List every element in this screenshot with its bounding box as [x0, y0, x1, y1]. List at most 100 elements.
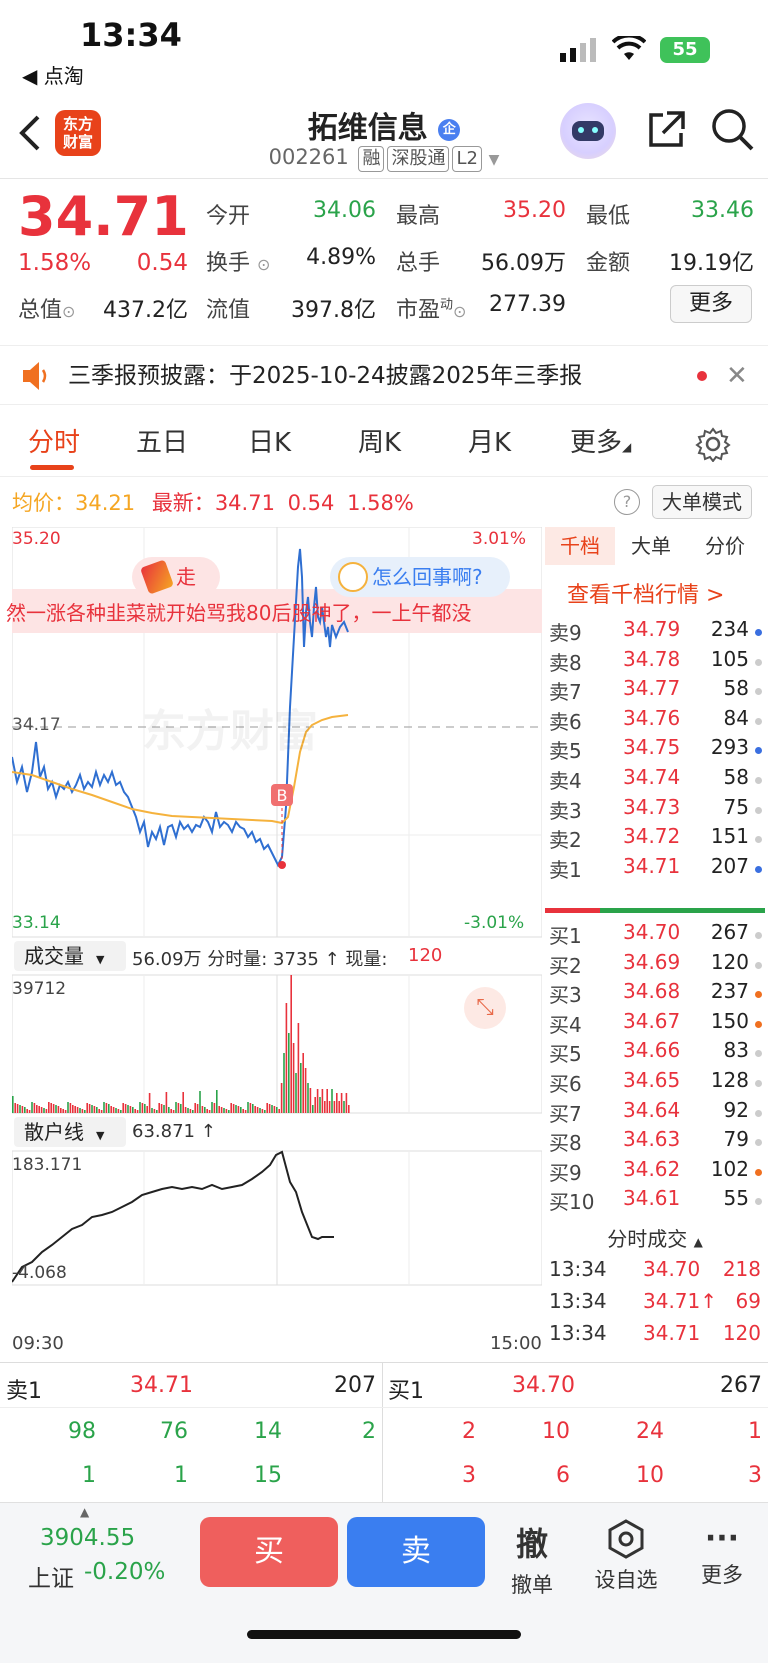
volume-bar — [81, 1109, 84, 1113]
bid-row[interactable]: 买8 34.63 79 — [545, 1127, 765, 1158]
volume-bar — [146, 1106, 148, 1113]
pan-hline — [0, 1407, 768, 1408]
expand-icon[interactable]: ⤡ — [464, 987, 506, 1029]
ask-dot — [755, 806, 762, 814]
volume-bar — [88, 1104, 91, 1113]
bid-row[interactable]: 买10 34.61 55 — [545, 1186, 765, 1217]
volume-bar — [278, 1109, 280, 1113]
bid-row[interactable]: 买9 34.62 102 — [545, 1157, 765, 1188]
battery-icon: 55 — [660, 37, 710, 63]
high-label: 最高 — [396, 204, 441, 229]
retail-indicator-select[interactable]: 散户线 ▼ — [14, 1117, 126, 1147]
bid-row[interactable]: 买3 34.68 237 — [545, 979, 765, 1010]
settings-gear-icon[interactable] — [695, 426, 731, 466]
tab-more[interactable]: 更多◢ — [570, 422, 631, 459]
back-to-app-link[interactable]: ◀ 点淘 — [22, 60, 84, 89]
volume-bar — [340, 1093, 343, 1113]
queue-count: 10 — [636, 1463, 664, 1488]
bid-row[interactable]: 买6 34.65 128 — [545, 1068, 765, 1099]
ask-row[interactable]: 卖3 34.73 75 — [545, 795, 765, 826]
book-tab-price[interactable]: 分价 — [705, 527, 745, 565]
volume-bar — [105, 1103, 108, 1113]
bid-row[interactable]: 买7 34.64 92 — [545, 1098, 765, 1129]
more-actions-button[interactable]: ··· 更多 — [690, 1519, 754, 1589]
ask-row[interactable]: 卖8 34.78 105 — [545, 647, 765, 678]
queue-count: 3 — [748, 1463, 762, 1488]
info-icon[interactable]: ⊙ — [453, 302, 466, 321]
bid-row[interactable]: 买2 34.69 120 — [545, 950, 765, 981]
price-stat-line: 均价：34.21 最新：34.71 0.54 1.58% — [12, 491, 414, 515]
bid-dot — [755, 961, 762, 969]
tag-connect: 深股通 — [387, 146, 450, 172]
change-amount: 0.54 — [136, 250, 188, 276]
tab-daily-k[interactable]: 日K — [248, 422, 291, 459]
ask-row[interactable]: 卖6 34.76 84 — [545, 706, 765, 737]
what-happened-bubble[interactable]: 怎么回事啊? — [330, 557, 510, 597]
notice-bar[interactable]: 三季报预披露：于2025-10-24披露2025年三季报 ✕ — [0, 345, 768, 405]
y-mid-label: 34.17 — [12, 715, 61, 735]
volume-bar — [43, 1108, 45, 1113]
share-icon[interactable] — [645, 109, 687, 155]
cancel-order-button[interactable]: 撤 撤单 — [500, 1519, 564, 1599]
volume-bar — [208, 1110, 211, 1113]
help-icon[interactable]: ? — [614, 489, 640, 515]
ask-row[interactable]: 卖1 34.71 207 — [545, 854, 765, 885]
ask-price: 34.77 — [623, 676, 681, 701]
info-icon[interactable]: ⊙ — [257, 255, 270, 274]
volume-indicator-select[interactable]: 成交量 ▼ — [14, 941, 126, 971]
info-icon[interactable]: ⊙ — [62, 302, 75, 321]
tag-l2: L2 — [452, 146, 482, 172]
wifi-icon — [611, 33, 647, 66]
bid-row[interactable]: 买1 34.70 267 — [545, 920, 765, 951]
ask-row[interactable]: 卖5 34.75 293 — [545, 735, 765, 766]
volume-bar — [148, 1093, 151, 1113]
more-quote-button[interactable]: 更多 — [670, 285, 752, 323]
ask-row[interactable]: 卖7 34.77 58 — [545, 676, 765, 707]
book-tab-qiandang[interactable]: 千档 — [545, 527, 615, 565]
ask-row[interactable]: 卖4 34.74 58 — [545, 765, 765, 796]
bid-row[interactable]: 买5 34.66 83 — [545, 1038, 765, 1069]
big-order-mode-button[interactable]: 大单模式 — [652, 485, 752, 519]
book-tab-big-order[interactable]: 大单 — [631, 527, 671, 565]
tab-five-day[interactable]: 五日 — [136, 422, 188, 459]
tab-intraday[interactable]: 分时 — [28, 422, 80, 459]
current-price: 34.71 — [18, 185, 189, 248]
volume-bar — [300, 1063, 302, 1113]
pan-divider — [382, 1363, 383, 1503]
tab-monthly-k[interactable]: 月K — [468, 422, 511, 459]
pan-sell-vol: 207 — [334, 1373, 376, 1398]
index-expand-icon[interactable]: ▲ — [80, 1505, 89, 1519]
volume-bar — [213, 1103, 216, 1113]
ask-label: 卖1 — [549, 857, 582, 882]
search-icon[interactable] — [710, 107, 756, 157]
bid-ask-ratio-bar — [545, 908, 765, 913]
market-cap-value: 437.2亿 — [103, 298, 188, 323]
tabs-divider — [0, 476, 768, 477]
volume-bar — [50, 1103, 52, 1113]
ask-row[interactable]: 卖2 34.72 151 — [545, 824, 765, 855]
ticks-title[interactable]: 分时成交 ▲ — [545, 1223, 765, 1252]
volume-bar — [100, 1110, 103, 1113]
index-value[interactable]: 3904.55 — [40, 1525, 135, 1551]
intraday-chart-area[interactable]: B 35.20 33.14 3.01% -3.01% 34.17 东方财富 走 … — [6, 527, 542, 1287]
robot-avatar-icon[interactable] — [560, 103, 616, 159]
volume-bar — [12, 1096, 14, 1113]
ask-row[interactable]: 卖9 34.79 234 — [545, 617, 765, 648]
volume-bar — [343, 1101, 345, 1113]
tab-weekly-k[interactable]: 周K — [358, 422, 401, 459]
turnover-value: 4.89% — [306, 245, 376, 270]
volume-bar — [26, 1109, 28, 1113]
walk-bubble[interactable]: 走 — [132, 557, 220, 597]
view-qiandang-link[interactable]: 查看千档行情 > — [567, 577, 724, 609]
volume-bar — [242, 1109, 244, 1113]
queue-count: 3 — [462, 1463, 476, 1488]
add-watchlist-button[interactable]: 设自选 — [588, 1519, 664, 1594]
dropdown-triangle-icon: ▼ — [488, 152, 500, 168]
bid-row[interactable]: 买4 34.67 150 — [545, 1009, 765, 1040]
ask-price: 34.78 — [623, 646, 681, 671]
volume-bar — [280, 1083, 283, 1113]
sell-button[interactable]: 卖 — [347, 1517, 485, 1587]
close-icon[interactable]: ✕ — [726, 346, 748, 406]
bid-price: 34.69 — [623, 949, 681, 974]
buy-button[interactable]: 买 — [200, 1517, 338, 1587]
